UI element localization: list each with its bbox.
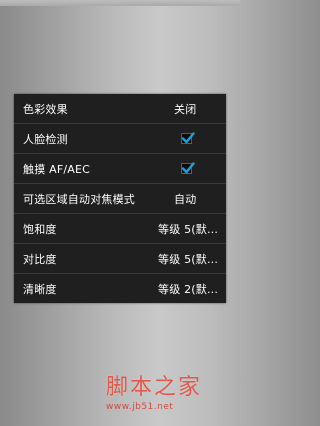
setting-focus-mode[interactable]: 可选区域自动对焦模式 自动 [14, 183, 226, 213]
setting-label: 对比度 [23, 252, 57, 266]
face-detection-checkbox[interactable] [181, 132, 195, 144]
checkmark-icon [181, 132, 195, 144]
setting-label: 色彩效果 [23, 102, 68, 116]
setting-touch-af-aec[interactable]: 触摸 AF/AEC [14, 153, 226, 183]
setting-label: 清晰度 [23, 282, 57, 296]
watermark-brand: 脚本之家 [106, 375, 203, 400]
setting-label: 触摸 AF/AEC [23, 162, 91, 176]
touch-af-aec-checkbox[interactable] [181, 162, 195, 174]
setting-label: 饱和度 [23, 222, 57, 236]
setting-value: 关闭 [174, 102, 197, 116]
setting-face-detection[interactable]: 人脸检测 [14, 123, 226, 153]
setting-saturation[interactable]: 饱和度 等级 5(默... [14, 213, 226, 243]
site-watermark: 脚本之家 www.jb51.net [106, 369, 236, 412]
checkmark-icon [181, 162, 195, 174]
setting-label: 可选区域自动对焦模式 [23, 192, 135, 206]
setting-value: 等级 2(默... [158, 282, 219, 296]
setting-value: 自动 [174, 192, 197, 206]
setting-color-effect[interactable]: 色彩效果 关闭 [14, 94, 226, 123]
setting-value: 等级 5(默... [158, 252, 219, 266]
setting-label: 人脸检测 [23, 132, 68, 146]
watermark-url: www.jb51.net [106, 402, 174, 412]
setting-sharpness[interactable]: 清晰度 等级 2(默... [14, 273, 226, 303]
camera-settings-menu: 色彩效果 关闭 人脸检测 触摸 AF/AEC 可选区域自动对焦模式 自动 饱和度… [14, 94, 226, 303]
status-bar [0, 0, 240, 6]
setting-value: 等级 5(默... [158, 222, 219, 236]
setting-contrast[interactable]: 对比度 等级 5(默... [14, 243, 226, 273]
